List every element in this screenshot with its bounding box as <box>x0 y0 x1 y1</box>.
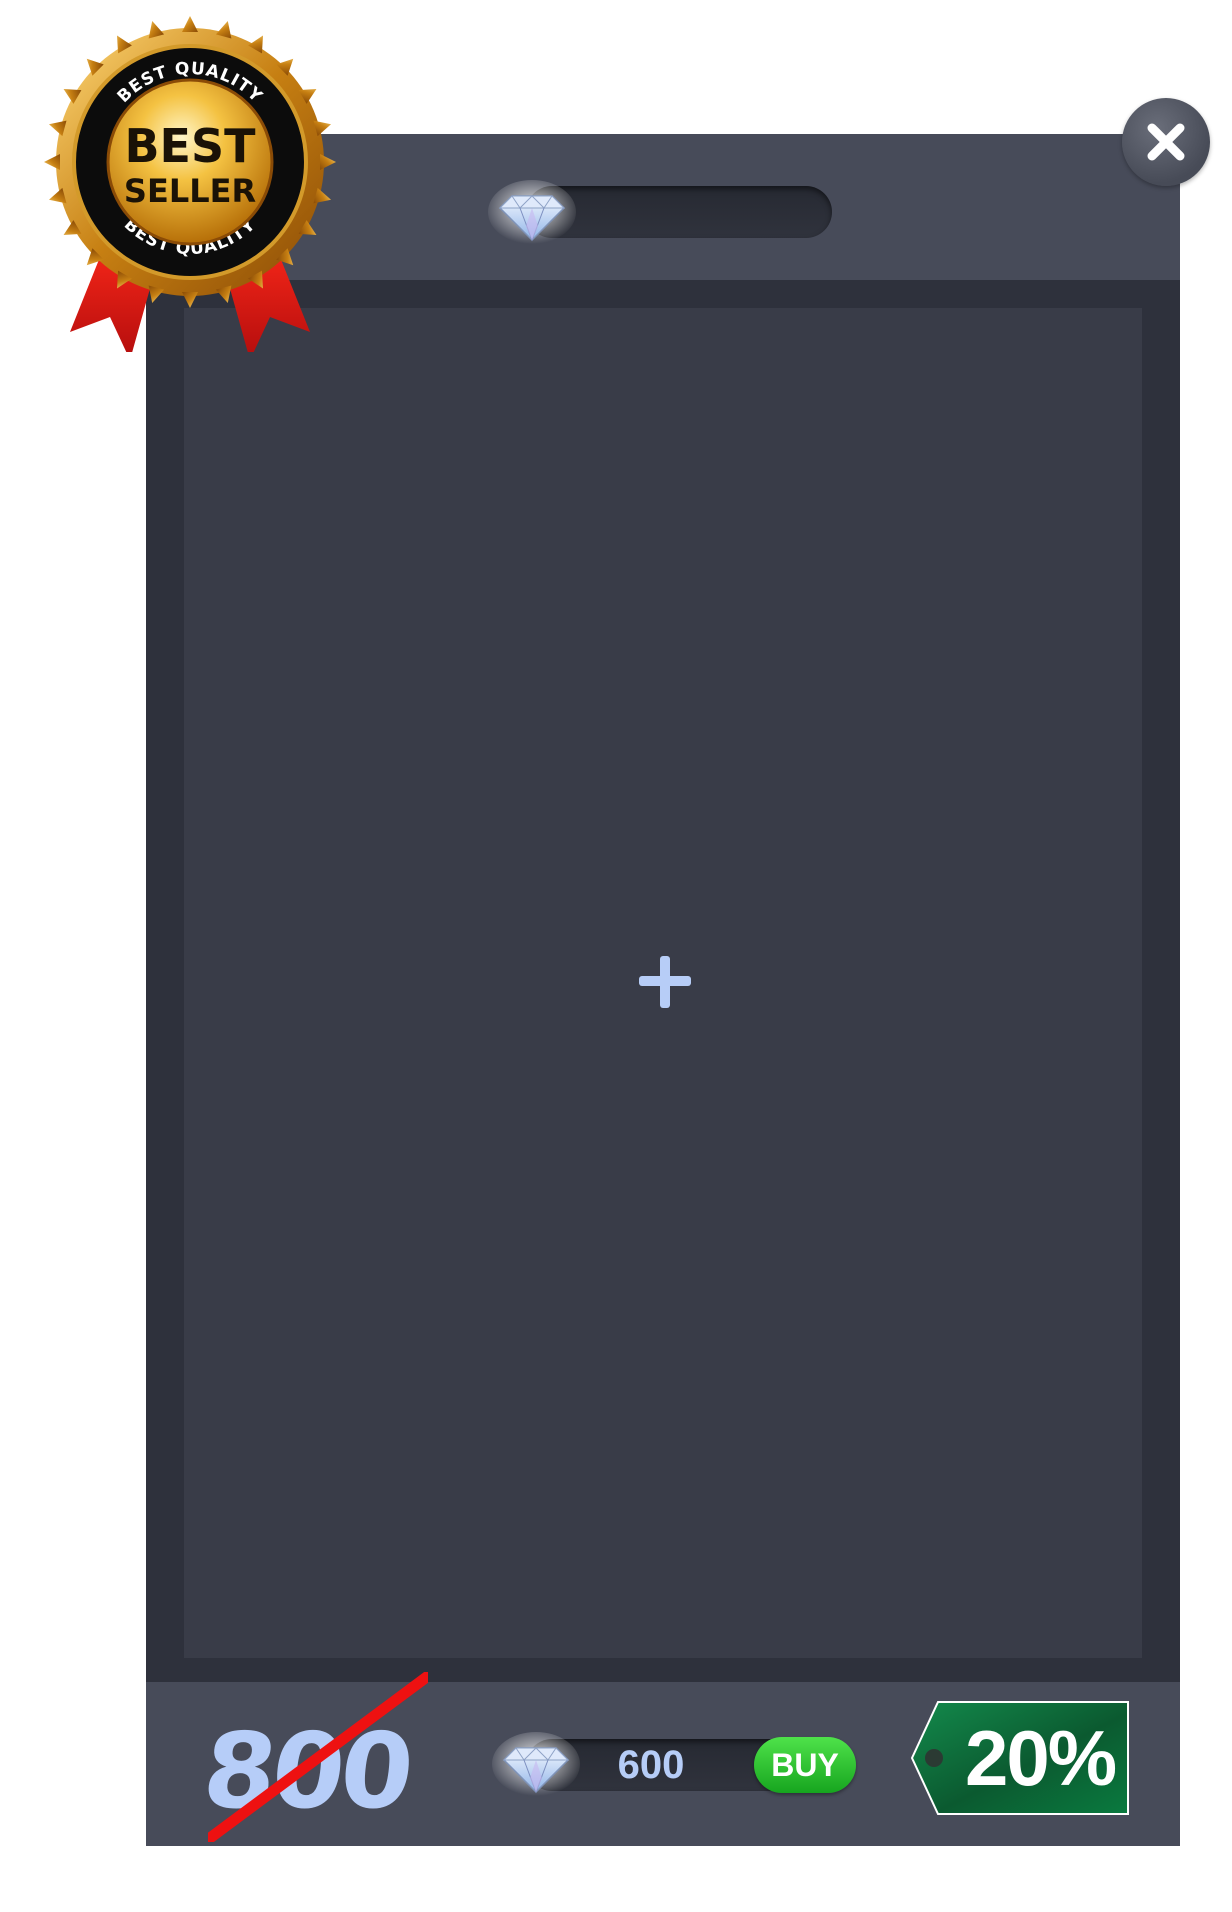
badge-title: BEST <box>125 119 257 173</box>
strikethrough-line <box>208 1672 428 1842</box>
offer-panel: 800 600 <box>146 134 1180 1846</box>
close-icon <box>1147 123 1185 161</box>
close-button[interactable] <box>1122 98 1210 186</box>
price-value: 600 <box>617 1743 685 1787</box>
diamond-icon <box>488 180 576 244</box>
buy-button[interactable]: BUY <box>754 1737 856 1793</box>
discount-percent: 20% <box>964 1714 1117 1802</box>
panel-footer: 800 600 <box>146 1672 1180 1846</box>
content-frame <box>146 280 1180 1682</box>
plus-icon[interactable] <box>639 956 691 1008</box>
diamond-icon <box>492 1732 580 1796</box>
shop-offer-screen: 800 600 <box>0 0 1232 1912</box>
best-seller-badge: BEST QUALITY BEST QUALITY BEST SELLER <box>44 16 336 352</box>
item-slot[interactable] <box>184 308 1142 1658</box>
badge-subtitle: SELLER <box>124 172 256 210</box>
